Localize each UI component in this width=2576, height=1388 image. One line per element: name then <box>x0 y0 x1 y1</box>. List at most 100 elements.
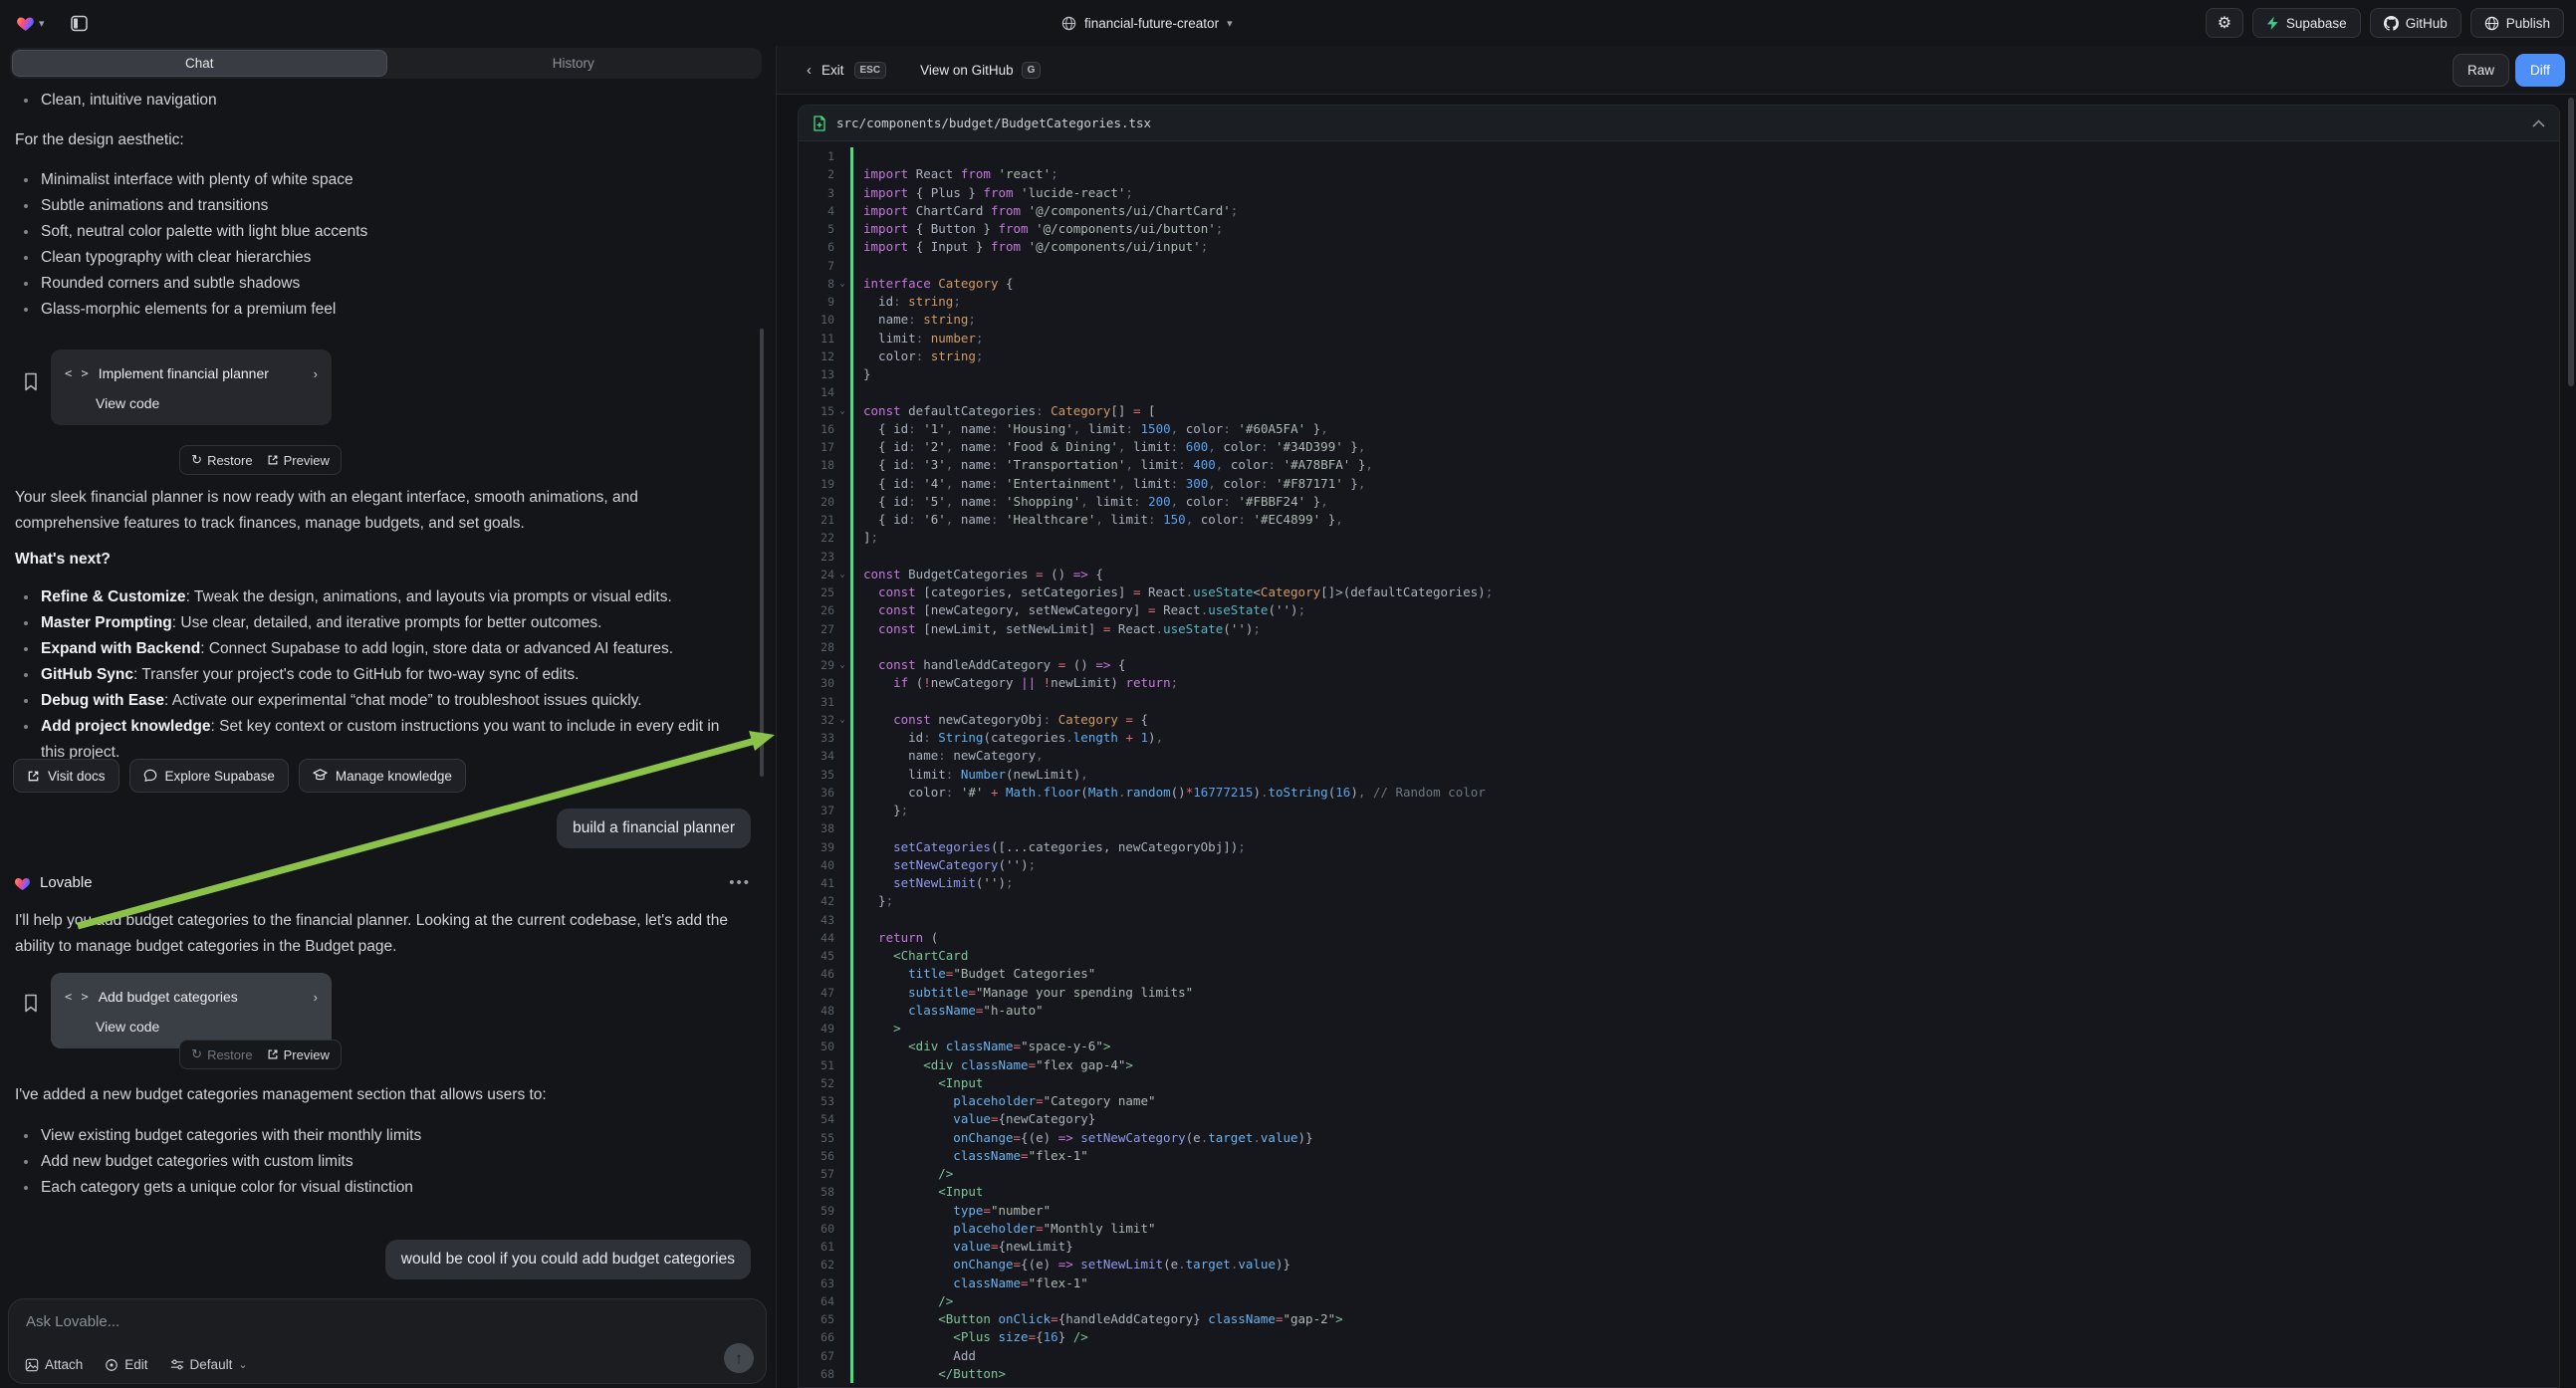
bullet-item: Clean, intuitive navigation <box>41 88 217 114</box>
ready-paragraph: Your sleek financial planner is now read… <box>15 485 712 537</box>
attach-button[interactable]: Attach <box>25 1357 83 1372</box>
restore-icon: ↻ <box>191 1046 202 1062</box>
code-line: 64 /> <box>799 1292 2559 1310</box>
code-line: 32⌄ const newCategoryObj: Category = { <box>799 711 2559 729</box>
collapse-file-button[interactable] <box>2532 119 2545 127</box>
view-on-github-link[interactable]: View on GitHub G <box>920 62 1041 79</box>
line-number: 3 <box>799 184 834 202</box>
manage-knowledge-button[interactable]: Manage knowledge <box>299 759 466 793</box>
message-menu-button[interactable]: ••• <box>729 874 751 891</box>
code-line: 56 className="flex-1" <box>799 1147 2559 1165</box>
chevron-right-icon: › <box>314 366 318 381</box>
fold-gutter <box>834 383 850 401</box>
file-card: src/components/budget/BudgetCategories.t… <box>798 105 2560 1388</box>
line-number: 21 <box>799 511 834 529</box>
github-button[interactable]: GitHub <box>2370 8 2461 38</box>
line-number: 10 <box>799 311 834 329</box>
version-title: Add budget categories <box>99 989 305 1005</box>
line-number: 23 <box>799 548 834 566</box>
line-number: 46 <box>799 965 834 983</box>
line-number: 66 <box>799 1328 834 1346</box>
explore-supabase-button[interactable]: Explore Supabase <box>129 759 289 793</box>
project-switcher[interactable]: financial-future-creator ▾ <box>1061 0 1233 46</box>
chat-scrollbar-thumb[interactable] <box>760 329 764 777</box>
code-line: 61 value={newLimit} <box>799 1238 2559 1256</box>
preview-button[interactable]: Preview <box>267 1047 330 1062</box>
view-code-link[interactable]: View code <box>96 1019 318 1035</box>
line-number: 9 <box>799 293 834 311</box>
code-line: 26 const [newCategory, setNewCategory] =… <box>799 601 2559 619</box>
graduation-cap-icon <box>313 769 328 783</box>
bookmark-icon[interactable] <box>24 372 38 391</box>
line-number: 26 <box>799 601 834 619</box>
code-line: 24⌄const BudgetCategories = () => { <box>799 566 2559 583</box>
fold-gutter <box>834 1238 850 1256</box>
diff-toggle-button[interactable]: Diff <box>2515 54 2565 87</box>
settings-button[interactable]: ⚙ <box>2206 8 2243 38</box>
send-button[interactable]: ↑ <box>724 1343 754 1373</box>
code-line: 3import { Plus } from 'lucide-react'; <box>799 184 2559 202</box>
composer: Ask Lovable... Attach Edit Default ⌄ <box>8 1298 767 1384</box>
design-heading: For the design aesthetic: <box>15 127 752 153</box>
back-chevron-icon[interactable]: ‹ <box>807 62 812 79</box>
edit-mode-button[interactable]: Edit <box>105 1357 147 1372</box>
view-code-link[interactable]: View code <box>96 395 318 411</box>
fold-chevron-icon[interactable]: ⌄ <box>834 402 850 420</box>
fold-gutter <box>834 1292 850 1310</box>
panel-left-icon <box>71 15 88 32</box>
bullet-item: Subtle animations and transitions <box>15 193 752 219</box>
line-number: 43 <box>799 911 834 929</box>
line-number: 25 <box>799 583 834 601</box>
chevron-down-icon: ▾ <box>1227 17 1233 30</box>
line-number: 20 <box>799 493 834 511</box>
code-line: 4import ChartCard from '@/components/ui/… <box>799 202 2559 220</box>
publish-button[interactable]: Publish <box>2470 8 2564 38</box>
restore-button[interactable]: ↻ Restore <box>191 452 252 468</box>
model-selector[interactable]: Default ⌄ <box>170 1357 248 1372</box>
line-number: 28 <box>799 638 834 656</box>
line-number: 32 <box>799 711 834 729</box>
fold-chevron-icon[interactable]: ⌄ <box>834 566 850 583</box>
fold-gutter <box>834 311 850 329</box>
fold-gutter <box>834 365 850 383</box>
external-link-icon <box>267 1048 279 1060</box>
raw-toggle-button[interactable]: Raw <box>2453 54 2509 87</box>
lovable-logo-menu[interactable]: ▾ <box>16 14 45 32</box>
bookmark-icon[interactable] <box>24 994 38 1013</box>
line-number: 17 <box>799 438 834 456</box>
toggle-sidebar-button[interactable] <box>65 8 95 38</box>
code-line: 39 setCategories([...categories, newCate… <box>799 838 2559 856</box>
restore-button[interactable]: ↻ Restore <box>191 1046 252 1062</box>
fold-gutter <box>834 475 850 493</box>
version-card-add-budget-categories[interactable]: < > Add budget categories › View code <box>51 973 332 1048</box>
supabase-button[interactable]: Supabase <box>2252 8 2361 38</box>
line-number: 58 <box>799 1183 834 1201</box>
line-number: 36 <box>799 784 834 802</box>
file-added-icon <box>813 116 826 131</box>
exit-button[interactable]: Exit <box>821 63 844 78</box>
code-line: 29⌄ const handleAddCategory = () => { <box>799 656 2559 674</box>
line-number: 19 <box>799 475 834 493</box>
whats-next-heading: What's next? <box>15 551 111 569</box>
fold-gutter <box>834 1038 850 1055</box>
code-scrollbar-thumb[interactable] <box>2568 98 2574 386</box>
fold-gutter <box>834 493 850 511</box>
fold-chevron-icon[interactable]: ⌄ <box>834 711 850 729</box>
code-line: 41 setNewLimit(''); <box>799 874 2559 892</box>
bullet-list-top: Clean, intuitive navigation <box>15 88 752 114</box>
fold-chevron-icon[interactable]: ⌄ <box>834 275 850 293</box>
design-bullet-list: Minimalist interface with plenty of whit… <box>15 167 752 323</box>
version-card-implement-financial-planner[interactable]: < > Implement financial planner › View c… <box>51 349 332 425</box>
code-view-panel: ‹ Exit ESC View on GitHub G Raw Diff <box>776 46 2576 1388</box>
code-line: 53 placeholder="Category name" <box>799 1092 2559 1110</box>
action-buttons-row: Visit docs Explore Supabase Manage knowl… <box>13 759 466 793</box>
visit-docs-button[interactable]: Visit docs <box>13 759 119 793</box>
fold-gutter <box>834 1092 850 1110</box>
file-header[interactable]: src/components/budget/BudgetCategories.t… <box>799 106 2559 141</box>
line-number: 30 <box>799 674 834 692</box>
chat-scroll-area: Clean, intuitive navigation For the desi… <box>0 46 776 1388</box>
fold-chevron-icon[interactable]: ⌄ <box>834 656 850 674</box>
line-number: 54 <box>799 1110 834 1128</box>
chat-input[interactable]: Ask Lovable... <box>26 1313 119 1330</box>
preview-button[interactable]: Preview <box>267 453 330 468</box>
